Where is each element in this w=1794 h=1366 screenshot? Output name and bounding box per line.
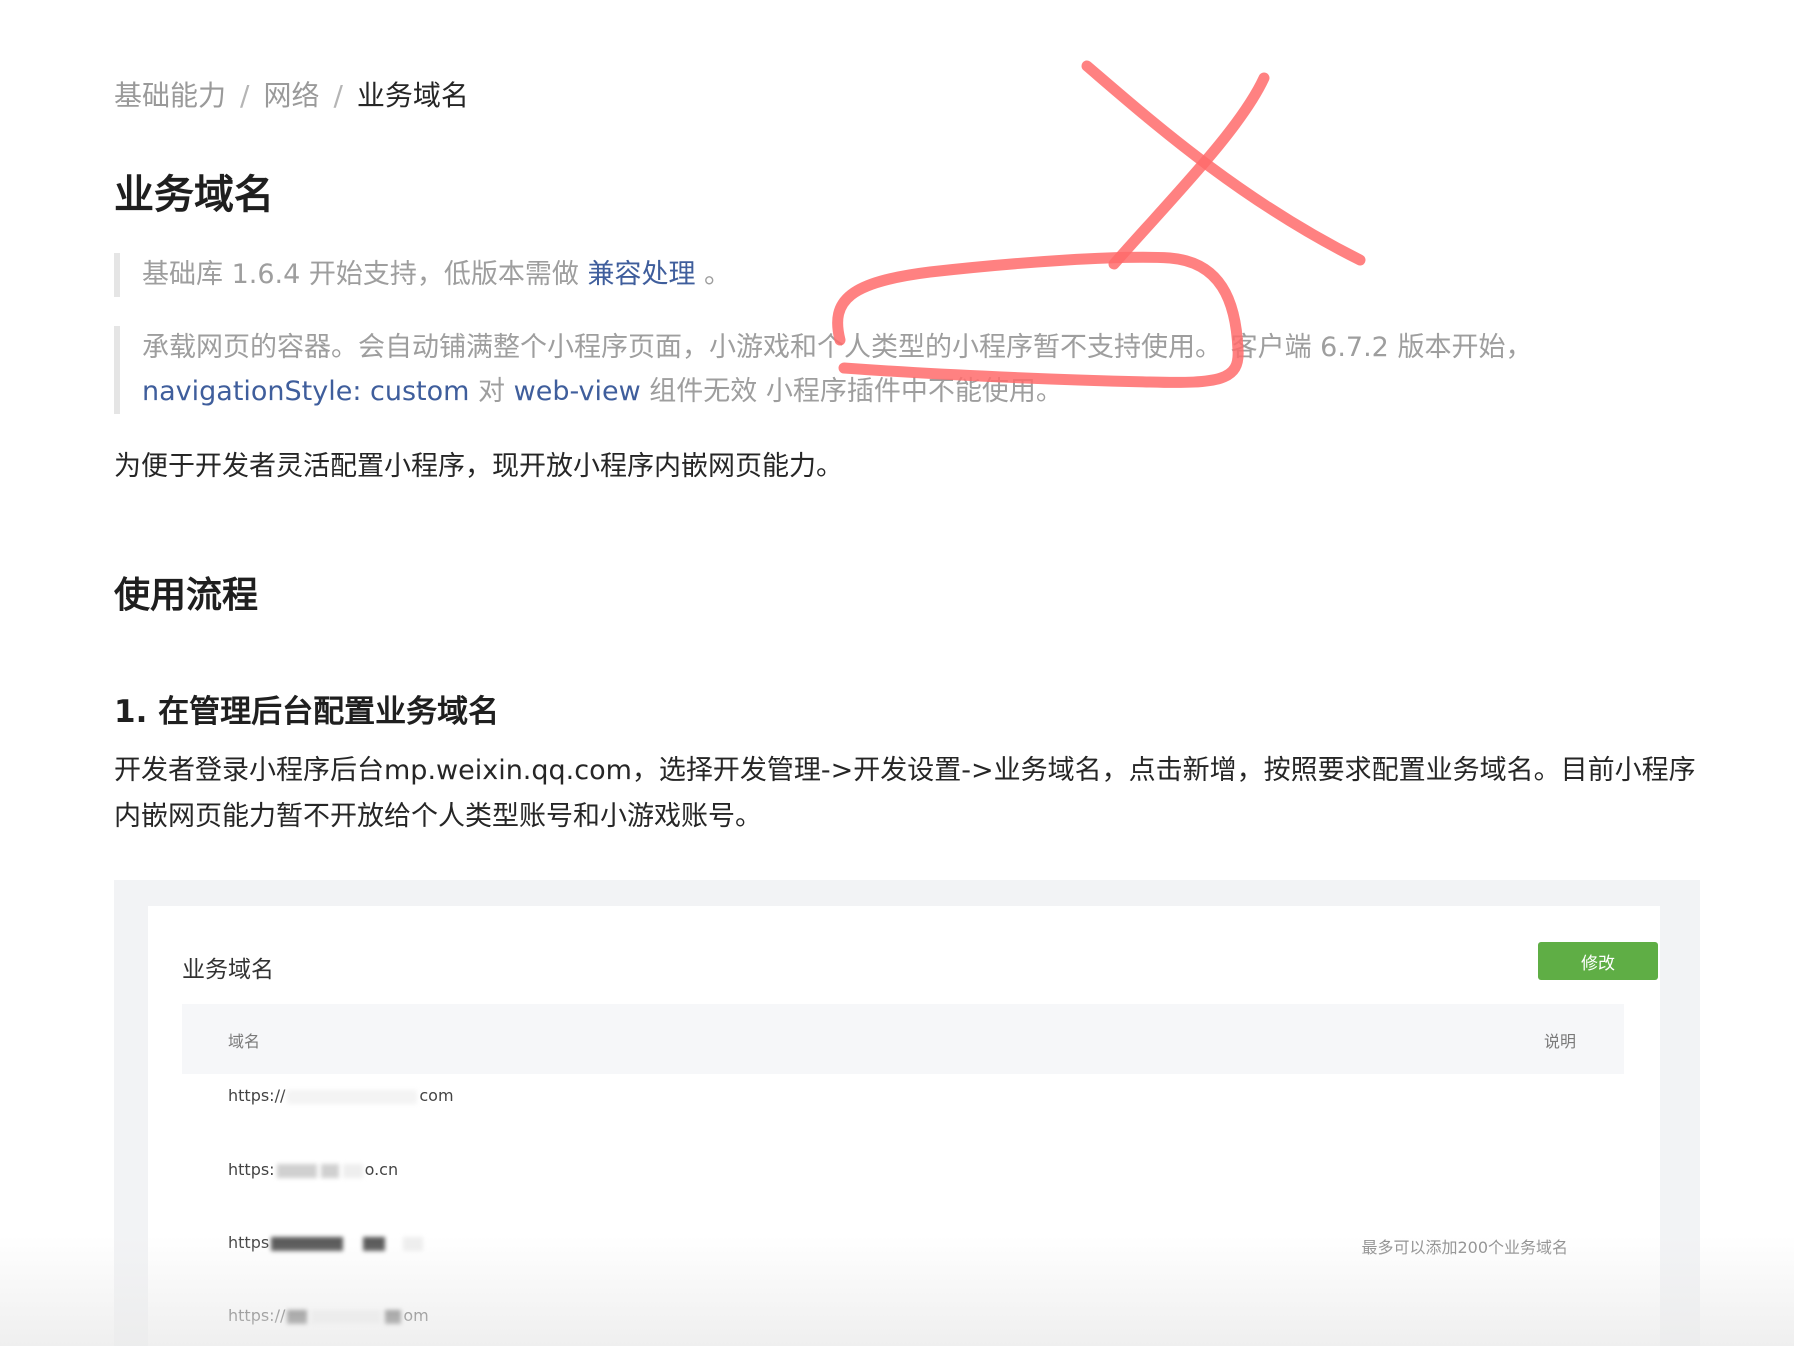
domain-limit-note: 最多可以添加200个业务域名 xyxy=(1361,1238,1568,1257)
breadcrumb-item-network[interactable]: 网络 xyxy=(263,79,319,112)
table-row: https: o.cn xyxy=(228,1160,398,1179)
domain-start: https:// xyxy=(228,1086,286,1105)
web-view-code[interactable]: web-view xyxy=(514,376,641,407)
page-title: 业务域名 xyxy=(114,172,274,218)
domain-start: https:// xyxy=(228,1306,286,1325)
compat-link[interactable]: 兼容处理 xyxy=(587,259,695,290)
annotation-cross-stroke xyxy=(1081,60,1366,266)
breadcrumb-current: 业务域名 xyxy=(356,79,469,112)
step1-paragraph: 开发者登录小程序后台mp.weixin.qq.com，选择开发管理->开发设置-… xyxy=(114,755,1696,832)
domain-start: https xyxy=(228,1233,270,1252)
version-notice-suffix: 。 xyxy=(695,259,732,290)
navigation-style-code[interactable]: navigationStyle: custom xyxy=(142,376,469,407)
version-notice: 基础库 1.6.4 开始支持，低版本需做 兼容处理 。 xyxy=(114,253,731,297)
redacted-block xyxy=(276,1163,317,1178)
table-row: https:// com xyxy=(228,1086,454,1105)
column-description: 说明 xyxy=(1543,1032,1576,1051)
redacted-block xyxy=(311,1309,382,1324)
redacted-block xyxy=(385,1309,402,1324)
breadcrumb-item-basic[interactable]: 基础能力 xyxy=(114,79,226,112)
section-title: 使用流程 xyxy=(114,575,259,616)
table-row: https:// om xyxy=(228,1306,429,1325)
webview-notice: 承载网页的容器。会自动铺满整个小程序页面，小游戏和个人类型的小程序暂不支持使用。… xyxy=(114,326,1602,414)
redacted-block xyxy=(403,1236,424,1251)
webview-notice-text3: 组件无效 小程序插件中不能使用。 xyxy=(640,376,1063,407)
webview-notice-text: 承载网页的容器。会自动铺满整个小程序页面，小游戏和个人类型的小程序暂不支持使用。… xyxy=(142,332,1533,363)
breadcrumb-separator: / xyxy=(333,79,343,112)
edit-button[interactable]: 修改 xyxy=(1538,942,1658,980)
table-header: 域名 说明 xyxy=(182,1004,1624,1074)
admin-screenshot: 业务域名 修改 域名 说明 https:// com https: o.cn htt… xyxy=(114,880,1700,1366)
redacted-block xyxy=(271,1236,344,1251)
card-title: 业务域名 xyxy=(182,957,274,983)
doc-page: 基础能力 / 网络 / 业务域名 业务域名 基础库 1.6.4 开始支持，低版本需做 兼… xyxy=(0,0,1794,1366)
annotation-cross-stroke xyxy=(1108,72,1270,270)
breadcrumb: 基础能力 / 网络 / 业务域名 xyxy=(114,74,469,114)
domain-card: 业务域名 修改 域名 说明 https:// com https: o.cn htt… xyxy=(148,906,1660,1366)
redacted-block xyxy=(363,1236,386,1251)
version-notice-text: 基础库 1.6.4 开始支持，低版本需做 xyxy=(142,259,588,290)
breadcrumb-separator: / xyxy=(240,79,250,112)
domain-end: om xyxy=(403,1306,429,1325)
table-row: https xyxy=(228,1233,425,1252)
redacted-block xyxy=(320,1163,339,1178)
domain-end: o.cn xyxy=(364,1160,399,1179)
domain-end: com xyxy=(419,1086,454,1105)
redacted-block xyxy=(342,1163,363,1178)
intro-paragraph: 为便于开发者灵活配置小程序，现开放小程序内嵌网页能力。 xyxy=(114,451,843,482)
domain-start: https: xyxy=(228,1160,275,1179)
step1-title: 1. 在管理后台配置业务域名 xyxy=(114,694,500,730)
redacted-block xyxy=(287,1309,308,1324)
webview-notice-text2: 对 xyxy=(469,376,514,407)
column-domain: 域名 xyxy=(228,1032,261,1051)
redacted-block xyxy=(287,1089,418,1104)
